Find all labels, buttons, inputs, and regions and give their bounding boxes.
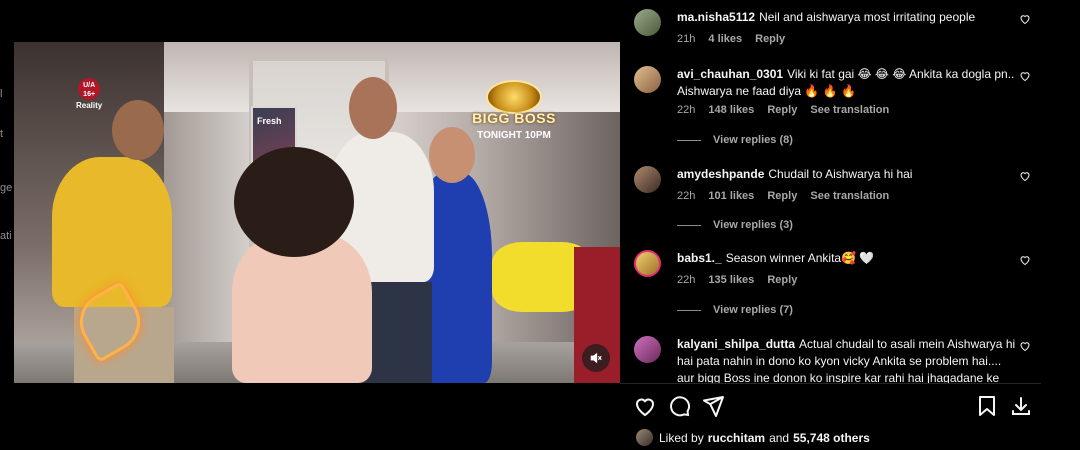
post-actions-bar xyxy=(620,383,1041,425)
comment-body: Season winner Ankita🥰 🤍 xyxy=(725,251,875,265)
liked-by-user[interactable]: rucchitam xyxy=(708,431,765,445)
avatar[interactable] xyxy=(634,250,661,277)
comment-likes[interactable]: 148 likes xyxy=(708,104,754,116)
reply-button[interactable]: Reply xyxy=(767,104,797,116)
reply-button[interactable]: Reply xyxy=(767,274,797,286)
comment-time: 22h xyxy=(677,104,696,116)
comment-text: babs1._ Season winner Ankita🥰 🤍 xyxy=(677,250,1017,267)
replies-divider xyxy=(677,309,701,311)
see-translation-button[interactable]: See translation xyxy=(810,104,889,116)
view-replies-button[interactable]: View replies (3) xyxy=(677,219,793,231)
comment-username[interactable]: babs1._ xyxy=(677,251,722,265)
mute-button[interactable] xyxy=(582,344,610,372)
show-logo-emblem xyxy=(486,80,542,114)
comment-icon[interactable] xyxy=(667,394,691,418)
replies-divider xyxy=(677,224,701,226)
comment-meta: 22h 148 likes Reply See translation xyxy=(677,104,899,116)
share-icon[interactable] xyxy=(701,394,725,418)
comment-time: 21h xyxy=(677,33,696,45)
avatar[interactable] xyxy=(636,429,653,446)
comment-likes[interactable]: 101 likes xyxy=(708,190,754,202)
view-replies-button[interactable]: View replies (7) xyxy=(677,304,793,316)
download-icon[interactable] xyxy=(1009,394,1033,418)
comment-username[interactable]: amydeshpande xyxy=(677,167,764,181)
see-translation-button[interactable]: See translation xyxy=(810,190,889,202)
person-figure xyxy=(52,157,172,307)
likes-joiner: and xyxy=(769,430,790,445)
comment-text: amydeshpande Chudail to Aishwarya hi hai xyxy=(677,166,1017,183)
comment-time: 22h xyxy=(677,190,696,202)
comment-meta: 21h 4 likes Reply xyxy=(677,33,795,45)
heart-icon[interactable] xyxy=(1019,170,1031,182)
video-player[interactable]: Fresh U/A 16+ Reality BIGG BOSS TONIGHT … xyxy=(14,42,620,383)
likes-prefix: Liked by xyxy=(659,430,704,445)
view-replies-label: View replies (8) xyxy=(713,134,793,146)
show-logo: BIGG BOSS TONIGHT 10PM xyxy=(464,80,564,141)
bookmark-icon[interactable] xyxy=(975,394,999,418)
person-head xyxy=(234,147,354,257)
comment-meta: 22h 135 likes Reply xyxy=(677,274,807,286)
comment-username[interactable]: ma.nisha5112 xyxy=(677,10,755,24)
heart-icon[interactable] xyxy=(633,394,657,418)
comment-username[interactable]: kalyani_shilpa_dutta xyxy=(677,337,795,351)
comments-panel: ma.nisha5112 Neil and aishwarya most irri… xyxy=(620,0,1080,450)
replies-divider xyxy=(677,139,701,141)
heart-icon[interactable] xyxy=(1019,13,1031,25)
speaker-muted-icon xyxy=(590,352,602,364)
edge-fragment: ati xyxy=(0,230,12,242)
comment-time: 22h xyxy=(677,274,696,286)
edge-fragment: ge xyxy=(0,182,13,194)
likes-others[interactable]: 55,748 others xyxy=(793,431,870,445)
comment-likes[interactable]: 135 likes xyxy=(708,274,754,286)
person-head xyxy=(112,100,164,160)
rating-label: Reality xyxy=(76,101,103,110)
comment-likes[interactable]: 4 likes xyxy=(708,33,742,45)
heart-icon[interactable] xyxy=(1019,340,1031,352)
comment-text: avi_chauhan_0301 Viki ki fat gai 😂 😂 😂 An… xyxy=(677,66,1017,100)
comment-body: Chudail to Aishwarya hi hai xyxy=(768,167,913,181)
likes-summary[interactable]: Liked by rucchitam and 55,748 others xyxy=(636,429,874,446)
heart-icon[interactable] xyxy=(1019,70,1031,82)
view-replies-label: View replies (3) xyxy=(713,219,793,231)
reply-button[interactable]: Reply xyxy=(767,190,797,202)
comment-username[interactable]: avi_chauhan_0301 xyxy=(677,67,783,81)
rating-badge: U/A 16+ xyxy=(78,78,101,100)
avatar[interactable] xyxy=(634,166,661,193)
airtime-text: TONIGHT 10PM xyxy=(477,130,551,141)
reply-button[interactable]: Reply xyxy=(755,33,785,45)
poster-text: Fresh xyxy=(257,116,282,126)
person-head xyxy=(349,77,397,139)
avatar[interactable] xyxy=(634,66,661,93)
left-edge-strip: l t ge ati xyxy=(0,0,14,450)
content-rating: U/A 16+ Reality xyxy=(76,78,102,110)
edge-fragment: l xyxy=(0,88,3,100)
comment-text: kalyani_shilpa_dutta Actual chudail to as… xyxy=(677,336,1017,383)
heart-icon[interactable] xyxy=(1019,254,1031,266)
comments-list[interactable]: ma.nisha5112 Neil and aishwarya most irri… xyxy=(620,0,1041,383)
comment-meta: 22h 101 likes Reply See translation xyxy=(677,190,899,202)
edge-fragment: t xyxy=(0,128,4,140)
avatar[interactable] xyxy=(634,9,661,36)
view-replies-button[interactable]: View replies (8) xyxy=(677,134,793,146)
comment-body: Neil and aishwarya most irritating peopl… xyxy=(759,10,976,24)
show-title: BIGG BOSS xyxy=(472,110,556,126)
avatar[interactable] xyxy=(634,336,661,363)
view-replies-label: View replies (7) xyxy=(713,304,793,316)
comment-text: ma.nisha5112 Neil and aishwarya most irri… xyxy=(677,9,1017,26)
